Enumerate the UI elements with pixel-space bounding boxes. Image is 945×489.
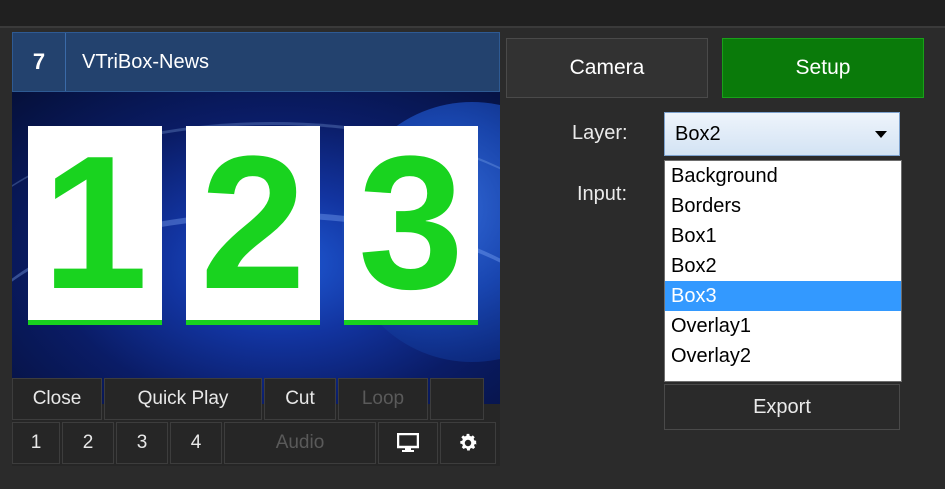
layer-select[interactable]: Box2 bbox=[664, 112, 900, 156]
preview-box-1: 1 bbox=[28, 126, 162, 325]
overlay-3-button[interactable]: 3 bbox=[116, 422, 168, 464]
export-button[interactable]: Export bbox=[664, 384, 900, 430]
input-button-row-2: 1 2 3 4 Audio bbox=[12, 422, 500, 464]
app-window: 7 VTriBox-News 1 2 3 Close Quick Play Cu… bbox=[0, 0, 945, 489]
gear-icon bbox=[460, 433, 477, 451]
input-number: 7 bbox=[13, 33, 66, 91]
layer-dropdown-list: Background Borders Box1 Box2 Box3 Overla… bbox=[664, 160, 902, 382]
preview-box-3: 3 bbox=[344, 126, 478, 325]
input-preview[interactable]: 1 2 3 bbox=[12, 92, 500, 404]
setup-tab-button[interactable]: Setup bbox=[722, 38, 924, 98]
layer-label: Layer: bbox=[572, 122, 628, 144]
layer-option-box2[interactable]: Box2 bbox=[665, 251, 901, 281]
settings-button[interactable] bbox=[440, 422, 496, 464]
input-panel: 7 VTriBox-News 1 2 3 Close Quick Play Cu… bbox=[12, 32, 500, 466]
layer-option-overlay1[interactable]: Overlay1 bbox=[665, 311, 901, 341]
input-button-row-1: Close Quick Play Cut Loop bbox=[12, 378, 500, 420]
quick-play-button[interactable]: Quick Play bbox=[104, 378, 262, 420]
top-strip bbox=[0, 0, 945, 28]
input-title: VTriBox-News bbox=[82, 50, 210, 73]
audio-button[interactable]: Audio bbox=[224, 422, 376, 464]
camera-tab-button[interactable]: Camera bbox=[506, 38, 708, 98]
loop-button[interactable]: Loop bbox=[338, 378, 428, 420]
overlay-2-button[interactable]: 2 bbox=[62, 422, 114, 464]
layer-option-box3[interactable]: Box3 bbox=[665, 281, 901, 311]
layer-option-overlay2[interactable]: Overlay2 bbox=[665, 341, 901, 371]
layer-option-box1[interactable]: Box1 bbox=[665, 221, 901, 251]
layer-option-background[interactable]: Background bbox=[665, 161, 901, 191]
input-label: Input: bbox=[577, 183, 628, 205]
input-titlebar[interactable]: 7 VTriBox-News bbox=[12, 32, 500, 92]
close-button[interactable]: Close bbox=[12, 378, 102, 420]
layer-select-value: Box2 bbox=[675, 122, 721, 145]
monitor-icon bbox=[397, 433, 419, 452]
overlay-4-button[interactable]: 4 bbox=[170, 422, 222, 464]
preview-box-2: 2 bbox=[186, 126, 320, 325]
monitor-button[interactable] bbox=[378, 422, 438, 464]
cut-button[interactable]: Cut bbox=[264, 378, 336, 420]
layer-option-borders[interactable]: Borders bbox=[665, 191, 901, 221]
overlay-1-button[interactable]: 1 bbox=[12, 422, 60, 464]
blank-button[interactable] bbox=[430, 378, 484, 420]
chevron-down-icon bbox=[875, 131, 887, 138]
